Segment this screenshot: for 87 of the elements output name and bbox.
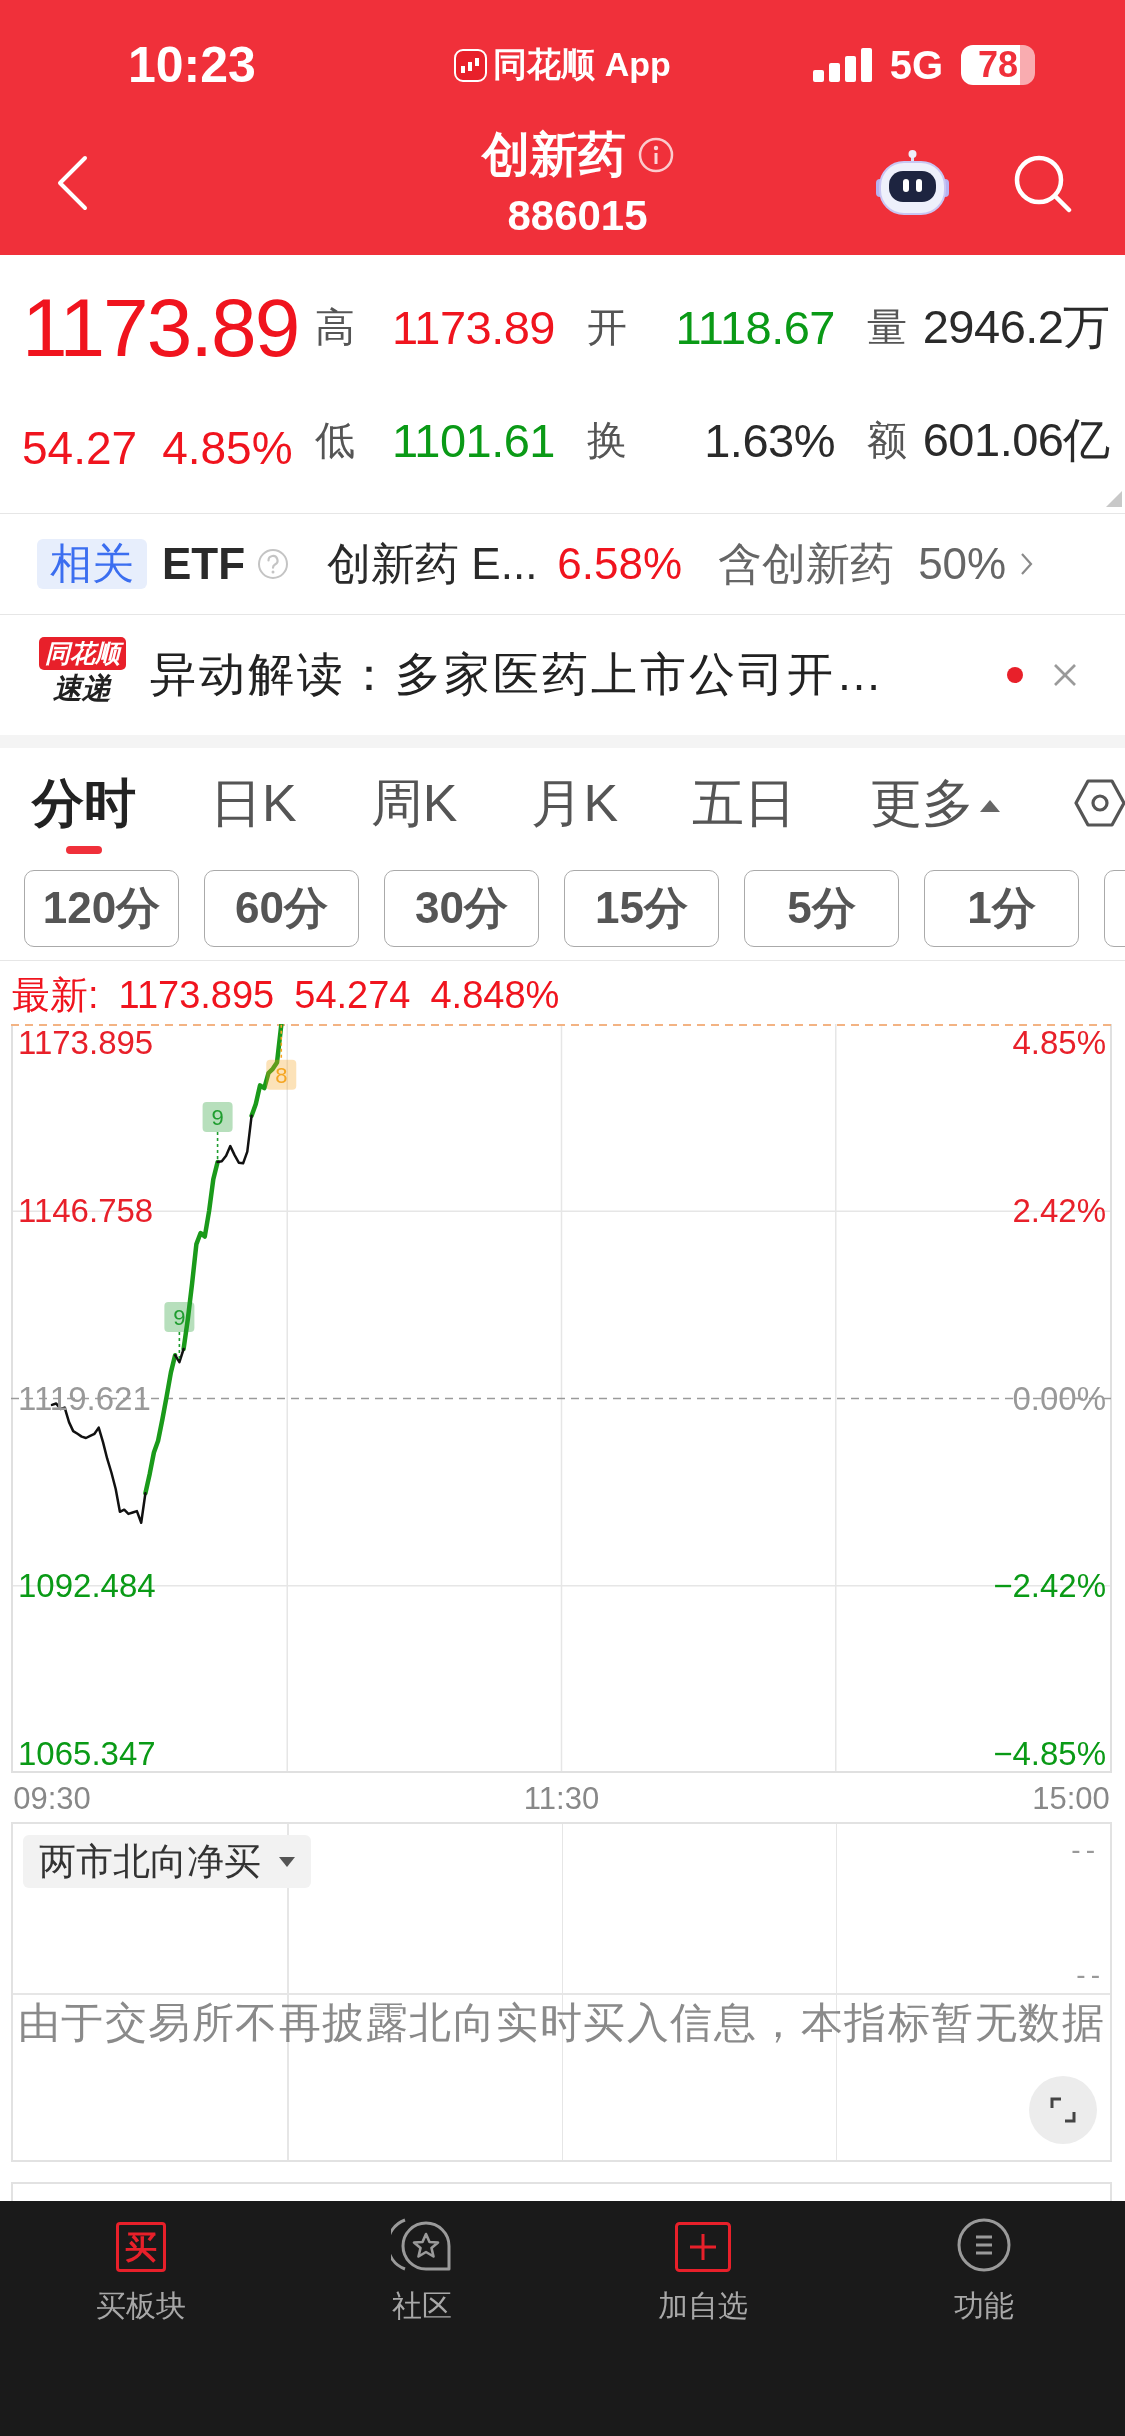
interval-button[interactable]: 1分 xyxy=(924,870,1079,947)
percent-axis-label: 2.42% xyxy=(1012,1192,1106,1231)
axis-value-label: -- xyxy=(1071,1835,1100,1865)
close-icon[interactable] xyxy=(1053,663,1077,687)
period-tab[interactable]: 五日 xyxy=(692,748,797,858)
caret-down-icon xyxy=(279,1856,295,1867)
logo-caption: 速递 xyxy=(53,671,111,704)
battery-indicator: 78 xyxy=(961,45,1035,85)
time-axis-label: 11:30 xyxy=(523,1780,600,1818)
status-time: 10:23 xyxy=(128,36,256,94)
add-icon xyxy=(675,2222,732,2272)
indicator-dropdown[interactable]: 两市北向净买 xyxy=(23,1835,311,1888)
fund-change: 6.58% xyxy=(557,539,683,589)
stat-value: 601.06亿 xyxy=(921,412,1110,468)
no-data-message: 由于交易所不再披露北向实时买入信息，本指标暂无数据 xyxy=(16,1998,1107,2048)
axis-value-label: -- xyxy=(1076,1960,1105,1990)
time-axis-label: 09:30 xyxy=(13,1780,91,1818)
price-axis-label: 1173.895 xyxy=(18,1024,154,1062)
expand-icon xyxy=(1050,2097,1076,2123)
stat-label: 量 xyxy=(867,304,908,351)
menu-icon xyxy=(957,2218,1012,2272)
stat-label: 高 xyxy=(315,304,356,351)
settings-icon[interactable] xyxy=(1074,779,1125,827)
latest-label: 最新: xyxy=(12,975,99,1015)
stat-label: 低 xyxy=(315,417,356,464)
latest-price: 1173.895 xyxy=(118,975,275,1015)
buy-badge: 买 xyxy=(115,2222,166,2272)
etf-label: ETF xyxy=(162,539,246,589)
info-icon[interactable] xyxy=(637,136,674,173)
stat-label: 额 xyxy=(867,417,908,464)
stat-value: 1173.89 xyxy=(391,300,555,355)
interval-button[interactable]: 15分 xyxy=(564,870,719,947)
latest-percent: 4.848% xyxy=(430,975,560,1015)
fund-name[interactable]: 创新药 E... xyxy=(327,534,538,594)
latest-change: 54.274 xyxy=(294,975,411,1015)
tab-bar-item[interactable]: 社区 xyxy=(391,2217,453,2327)
annotation: 8 xyxy=(275,1062,288,1088)
corner-triangle-icon[interactable] xyxy=(1106,491,1122,507)
price-axis-label: 1146.758 xyxy=(18,1192,154,1231)
chevron-right-icon[interactable] xyxy=(1020,552,1034,576)
news-headline[interactable]: 异动解读：多家医药上市公司开… xyxy=(150,644,885,706)
percent-change: 4.85% xyxy=(162,420,293,476)
stat-value: 1118.67 xyxy=(674,300,835,355)
caret-up-icon xyxy=(980,800,1001,812)
tab-bar-item[interactable]: 加自选 xyxy=(658,2217,749,2327)
stat-label: 开 xyxy=(587,304,628,351)
robot-icon[interactable] xyxy=(876,149,949,216)
network-label: 5G xyxy=(889,42,943,88)
percent-axis-label: 4.85% xyxy=(1012,1024,1106,1062)
back-icon[interactable] xyxy=(56,154,88,211)
period-tab[interactable]: 分时 xyxy=(32,748,136,858)
app-name-label: 同花顺 App xyxy=(493,44,671,85)
interval-button[interactable]: 120分 xyxy=(24,870,179,947)
time-axis-label: 15:00 xyxy=(1032,1780,1110,1818)
annotation: 9 xyxy=(173,1305,186,1331)
holding-share: 50% xyxy=(918,539,1007,589)
percent-axis-label: 0.00% xyxy=(1012,1379,1106,1418)
period-tab[interactable]: 日K xyxy=(210,748,297,858)
stat-value: 1.63% xyxy=(703,413,835,468)
price-change: 54.27 xyxy=(22,420,138,476)
app-icon xyxy=(454,48,488,82)
index-code: 886015 xyxy=(507,190,648,241)
logo-banner: 同花顺 xyxy=(38,636,126,670)
interval-button[interactable]: 60分 xyxy=(204,870,359,947)
tab-bar-item[interactable]: 买 买板块 xyxy=(95,2217,186,2327)
stat-value: 2946.2万 xyxy=(921,299,1110,355)
related-tag: 相关 xyxy=(37,539,147,589)
holding-label: 含创新药 xyxy=(718,537,895,590)
price-axis-label: 1092.484 xyxy=(18,1566,156,1605)
percent-axis-label: −2.42% xyxy=(993,1566,1106,1605)
stat-label: 换 xyxy=(587,417,628,464)
period-tab[interactable]: 更多 xyxy=(870,748,1001,858)
star-bubble-icon xyxy=(391,2217,453,2272)
interval-button[interactable]: 30分 xyxy=(384,870,539,947)
index-price: 1173.89 xyxy=(22,285,300,370)
page-title: 创新药 xyxy=(481,126,626,183)
percent-axis-label: −4.85% xyxy=(993,1735,1106,1773)
period-tab[interactable]: 月K xyxy=(531,748,619,858)
help-icon[interactable] xyxy=(257,548,290,580)
price-axis-label: 1119.621 xyxy=(18,1379,151,1418)
annotation: 9 xyxy=(211,1104,224,1130)
stat-value: 1101.61 xyxy=(391,413,555,468)
tab-bar-item[interactable]: 功能 xyxy=(954,2217,1015,2327)
signal-icon xyxy=(812,48,872,82)
price-axis-label: 1065.347 xyxy=(18,1735,156,1773)
interval-button[interactable]: 5分 xyxy=(744,870,899,947)
period-tab[interactable]: 周K xyxy=(370,748,458,858)
